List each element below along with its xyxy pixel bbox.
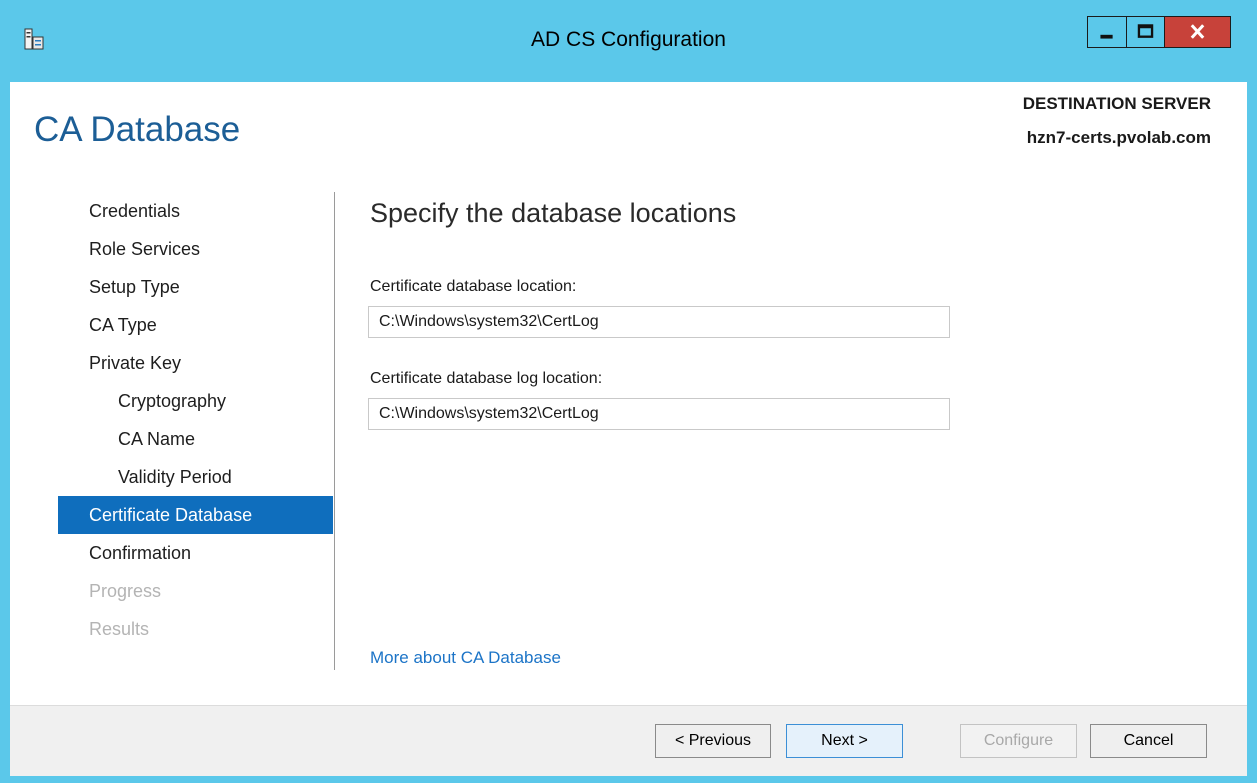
section-heading: Specify the database locations (370, 198, 737, 228)
app-window: AD CS Configuration CA Database DESTINAT… (0, 0, 1257, 783)
certificate-database-location-label: Certificate database location: (370, 278, 577, 295)
previous-button[interactable]: < Previous (655, 724, 771, 758)
nav-item-setup-type[interactable]: Setup Type (58, 268, 333, 306)
nav-item-credentials[interactable]: Credentials (58, 192, 333, 230)
close-button[interactable] (1165, 16, 1231, 48)
nav-item-role-services[interactable]: Role Services (58, 230, 333, 268)
wizard-footer: < Previous Next > Configure Cancel (10, 705, 1247, 776)
next-button[interactable]: Next > (786, 724, 903, 758)
maximize-button[interactable] (1127, 16, 1165, 48)
destination-server-label: DESTINATION SERVER (1022, 94, 1211, 113)
wizard-content: CA Database DESTINATION SERVER hzn7-cert… (10, 82, 1247, 776)
nav-item-cryptography[interactable]: Cryptography (58, 382, 333, 420)
nav-divider (334, 192, 335, 670)
nav-item-validity-period[interactable]: Validity Period (58, 458, 333, 496)
maximize-icon (1137, 24, 1154, 38)
title-bar[interactable]: AD CS Configuration (0, 0, 1257, 80)
cancel-button[interactable]: Cancel (1090, 724, 1207, 758)
nav-item-confirmation[interactable]: Confirmation (58, 534, 333, 572)
window-title: AD CS Configuration (531, 28, 726, 51)
certificate-database-location-input[interactable] (368, 306, 950, 338)
nav-item-results: Results (89, 619, 150, 639)
minimize-icon (1100, 34, 1113, 39)
nav-item-progress: Progress (89, 581, 162, 601)
nav-item-private-key[interactable]: Private Key (58, 344, 333, 382)
destination-server-name: hzn7-certs.pvolab.com (1026, 128, 1211, 147)
nav-item-ca-name[interactable]: CA Name (58, 420, 333, 458)
page-title: CA Database (34, 110, 241, 149)
minimize-button[interactable] (1087, 16, 1127, 48)
nav-item-ca-type[interactable]: CA Type (58, 306, 333, 344)
certificate-database-log-location-input[interactable] (368, 398, 950, 430)
close-icon (1190, 24, 1205, 39)
configure-button: Configure (960, 724, 1077, 758)
certificate-database-log-location-label: Certificate database log location: (370, 370, 603, 387)
nav-item-certificate-database[interactable]: Certificate Database (58, 496, 333, 534)
more-about-ca-database-link[interactable]: More about CA Database (370, 648, 561, 668)
